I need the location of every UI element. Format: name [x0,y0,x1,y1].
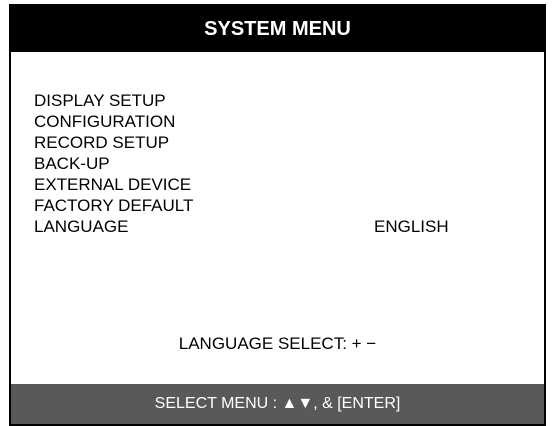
status-bar: SELECT MENU : ▲▼, & [ENTER] [11,384,544,424]
menu-item-label: EXTERNAL DEVICE [34,175,192,194]
menu-item-external-device[interactable]: EXTERNAL DEVICE [34,174,524,195]
menu-item-factory-default[interactable]: FACTORY DEFAULT [34,195,524,216]
menu-item-language[interactable]: LANGUAGE ENGLISH [34,216,524,237]
menu-item-label: BACK-UP [34,154,110,173]
menu-item-configuration[interactable]: CONFIGURATION [34,111,524,132]
language-value[interactable]: ENGLISH [374,216,449,237]
menu-item-label: DISPLAY SETUP [34,91,166,110]
menu-item-label: LANGUAGE [34,217,129,236]
menu-title: SYSTEM MENU [11,6,544,52]
menu-item-label: RECORD SETUP [34,133,170,152]
menu-item-back-up[interactable]: BACK-UP [34,153,524,174]
menu-item-record-setup[interactable]: RECORD SETUP [34,132,524,153]
system-menu-window: SYSTEM MENU DISPLAY SETUP CONFIGURATION … [9,4,546,426]
menu-item-display-setup[interactable]: DISPLAY SETUP [34,90,524,111]
language-select-hint: LANGUAGE SELECT: + − [178,334,377,353]
menu-item-label: CONFIGURATION [34,112,176,131]
menu-list: DISPLAY SETUP CONFIGURATION RECORD SETUP… [34,90,524,237]
menu-item-label: FACTORY DEFAULT [34,196,194,215]
